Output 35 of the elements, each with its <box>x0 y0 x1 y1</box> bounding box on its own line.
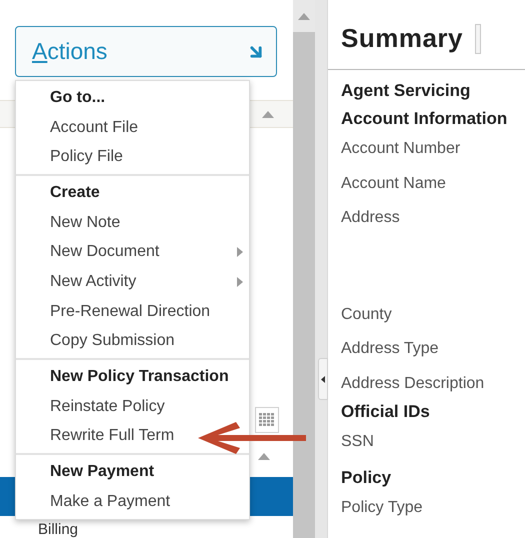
menu-item[interactable]: Account File <box>16 112 249 142</box>
menu-item[interactable]: Reinstate Policy <box>16 392 249 422</box>
field-label: Policy Type <box>341 498 423 518</box>
field-label: Address Description <box>341 374 484 394</box>
list-item[interactable]: Billing <box>38 522 78 538</box>
section-heading: Account Information <box>341 109 508 129</box>
menu-section-heading: Create <box>50 182 100 203</box>
menu-item[interactable]: Pre-Renewal Direction <box>16 296 249 326</box>
menu-section-heading: New Policy Transaction <box>50 367 229 388</box>
menu-item[interactable]: New Note <box>16 208 249 238</box>
scrollbar[interactable] <box>293 0 315 538</box>
actions-button[interactable]: Actions <box>15 26 277 77</box>
menu-item[interactable]: Copy Submission <box>16 326 249 356</box>
field-label: SSN <box>341 432 374 452</box>
collapse-handle[interactable] <box>318 358 328 400</box>
page-title: Summary <box>341 22 463 55</box>
field-label: Address Type <box>341 339 439 359</box>
title-field <box>475 24 481 54</box>
section-heading: Official IDs <box>341 402 430 422</box>
calendar-icon[interactable] <box>255 407 279 433</box>
menu-item[interactable]: New Document <box>16 237 249 268</box>
menu-section-heading: New Payment <box>50 462 154 482</box>
menu-item[interactable]: Rewrite Full Term <box>16 422 249 452</box>
field-label: County <box>341 305 392 325</box>
section-heading: Agent Servicing <box>341 81 470 101</box>
section-heading: Policy <box>341 468 392 488</box>
field-label: Account Name <box>341 174 446 194</box>
menu-item[interactable]: New Activity <box>16 267 249 297</box>
scroll-up-icon[interactable] <box>298 12 310 20</box>
menu-item[interactable]: Policy File <box>16 142 249 172</box>
scroll-up-icon[interactable] <box>262 110 274 118</box>
menu-section-heading: Go to... <box>50 88 106 108</box>
menu-item[interactable]: Make a Payment <box>16 486 249 517</box>
field-label: Address <box>341 208 400 228</box>
field-label: Account Number <box>341 139 460 159</box>
